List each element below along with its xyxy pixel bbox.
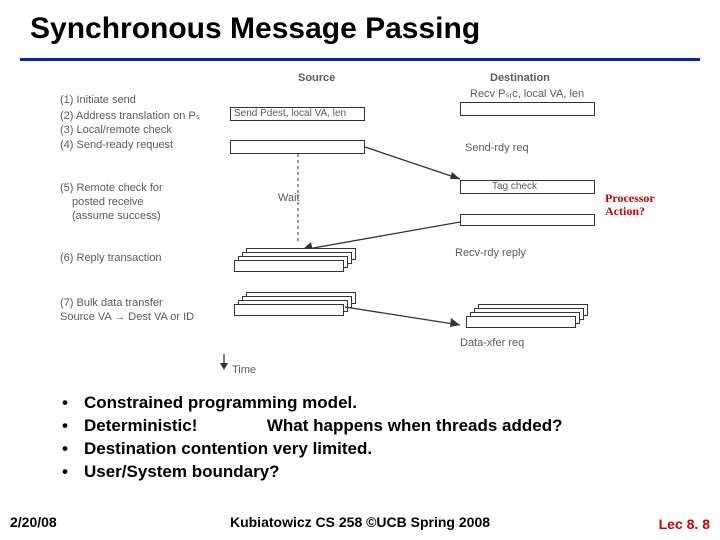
- data-xfer-label: Data-xfer req: [460, 337, 524, 349]
- time-arrow: [218, 354, 230, 372]
- data-xfer-arrow: [345, 307, 470, 347]
- recv-rdy-label: Recv-rdy reply: [455, 247, 526, 259]
- tag-check-label: Tag check: [492, 181, 537, 192]
- footer-right: Lec 8. 8: [659, 516, 710, 532]
- bullet-1: •Constrained programming model.: [62, 392, 702, 415]
- step7a: (7) Bulk data transfer: [60, 297, 163, 309]
- dest-sub: Recv Pₛᵣc, local VA, len: [470, 87, 584, 100]
- bullet-3: •Destination contention very limited.: [62, 438, 702, 461]
- step6: (6) Reply transaction: [60, 252, 162, 264]
- bullet-4: •User/System boundary?: [62, 461, 702, 484]
- step1: (1) Initiate send: [60, 94, 136, 106]
- send-box-label: Send Pdest, local VA, len: [234, 108, 346, 119]
- time-label: Time: [232, 364, 256, 376]
- bullet-3-text: Destination contention very limited.: [84, 438, 372, 461]
- slide: Synchronous Message Passing Source Desti…: [0, 0, 720, 540]
- dest-box-1: [460, 102, 595, 116]
- bullet-2a: Deterministic!: [84, 416, 197, 435]
- processor-action-annot: Processor Action?: [605, 192, 655, 218]
- col-source: Source: [298, 72, 335, 84]
- title-rule: [20, 58, 700, 61]
- diagram: Source Destination Recv Pₛᵣc, local VA, …: [60, 72, 670, 382]
- dest-reply-box: [460, 214, 595, 226]
- bullet-1-text: Constrained programming model.: [84, 392, 357, 415]
- send-rdy-label: Send-rdy req: [465, 142, 529, 154]
- step5b: posted receive: [72, 196, 144, 208]
- step5a: (5) Remote check for: [60, 182, 163, 194]
- bullet-list: •Constrained programming model. • Determ…: [62, 392, 702, 484]
- step7b: Source VA → Dest VA or ID: [60, 311, 194, 323]
- col-dest: Destination: [490, 72, 550, 84]
- bullet-4-text: User/System boundary?: [84, 461, 280, 484]
- slide-title: Synchronous Message Passing: [30, 12, 480, 46]
- send-rdy-arrow: [365, 147, 465, 187]
- step2: (2) Address translation on Pₛ: [60, 109, 200, 122]
- step5c: (assume success): [72, 210, 161, 222]
- bullet-2b: What happens when threads added?: [267, 416, 563, 435]
- bullet-2: • Deterministic! What happens when threa…: [62, 415, 702, 438]
- step3: (3) Local/remote check: [60, 124, 172, 136]
- src-box-2: [230, 140, 365, 154]
- step4: (4) Send-ready request: [60, 139, 173, 151]
- footer-center: Kubiatowicz CS 258 ©UCB Spring 2008: [0, 514, 720, 530]
